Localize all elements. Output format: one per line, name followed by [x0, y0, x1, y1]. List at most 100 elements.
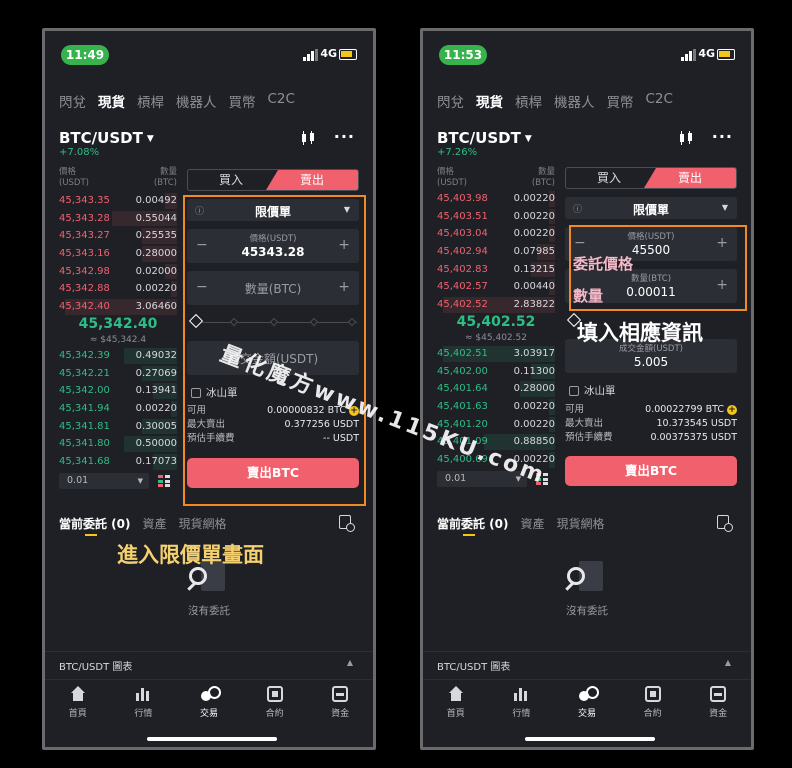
bid-row[interactable]: 45,402.00 0.11300 [437, 363, 555, 381]
ask-row[interactable]: 45,343.35 0.00492 [59, 192, 177, 210]
bid-row[interactable]: 45,342.21 0.27069 [59, 365, 177, 383]
ask-price: 45,402.83 [437, 263, 488, 275]
nav-home[interactable]: 首頁 [426, 680, 486, 729]
ask-row[interactable]: 45,403.98 0.00220 [437, 190, 555, 208]
nav-assets[interactable]: 資金 [310, 680, 370, 729]
orders-tabs: 當前委託 (0) 資產 現貨網格 [59, 515, 227, 532]
nav-home[interactable]: 首頁 [48, 680, 108, 729]
pair-selector[interactable]: BTC/USDT ▼ [437, 129, 532, 147]
order-history-icon[interactable] [339, 515, 355, 532]
mid-price: 45,402.52 [456, 314, 536, 330]
more-icon[interactable]: ··· [334, 129, 355, 145]
nav-markets[interactable]: 行情 [113, 680, 173, 729]
ask-row[interactable]: 45,403.51 0.00220 [437, 208, 555, 226]
bottom-nav: 首頁 行情 交易 合約 資金 [45, 679, 373, 729]
tab-spot-grid[interactable]: 現貨網格 [179, 515, 227, 532]
depth-select[interactable]: 0.01 ▼ [59, 473, 149, 489]
max-sell-label: 最大賣出 [565, 418, 604, 429]
plus-circle-icon[interactable]: + [727, 405, 737, 415]
tab-spot[interactable]: 現貨 [98, 91, 125, 111]
tab-assets[interactable]: 資產 [521, 515, 545, 532]
bid-quantity: 0.00220 [513, 401, 555, 413]
iceberg-checkbox[interactable]: 冰山單 [569, 383, 616, 398]
pair-selector[interactable]: BTC/USDT ▼ [59, 129, 154, 147]
sell-tab[interactable]: 賣出 [266, 170, 358, 190]
bid-row[interactable]: 45,341.94 0.00220 [59, 400, 177, 418]
tab-c2c[interactable]: C2C [268, 91, 295, 111]
ask-price: 45,342.40 [59, 301, 110, 313]
more-icon[interactable]: ··· [712, 129, 733, 145]
sell-tab[interactable]: 賣出 [644, 168, 736, 188]
bid-quantity: 0.11300 [513, 365, 555, 377]
mid-price-fiat: ≈ $45,342.4 [89, 335, 147, 345]
nav-markets[interactable]: 行情 [491, 680, 551, 729]
orders-tabs: 當前委託 (0) 資產 現貨網格 [437, 515, 605, 532]
ob-qty-unit: (BTC) [531, 178, 555, 188]
ask-row[interactable]: 45,342.88 0.00220 [59, 280, 177, 298]
ask-row[interactable]: 45,342.98 0.02000 [59, 263, 177, 281]
bid-row[interactable]: 45,341.68 0.17073 [59, 453, 177, 471]
ask-row[interactable]: 45,402.52 2.83822 [437, 296, 555, 314]
tab-margin[interactable]: 槓桿 [137, 91, 164, 111]
tab-assets[interactable]: 資產 [143, 515, 167, 532]
caret-up-icon: ▲ [724, 658, 731, 667]
buy-tab[interactable]: 買入 [188, 170, 274, 190]
nav-futures[interactable]: 合約 [623, 680, 683, 729]
ask-row[interactable]: 45,402.83 0.13215 [437, 261, 555, 279]
caret-down-icon: ▼ [146, 133, 154, 144]
network-type: 4G [320, 47, 337, 60]
nav-assets[interactable]: 資金 [688, 680, 748, 729]
tab-bots[interactable]: 機器人 [176, 91, 217, 111]
pair-name: BTC/USDT [437, 129, 521, 147]
top-tabs: 閃兌 現貨 槓桿 機器人 買幣 C2C [59, 91, 295, 111]
ask-list: 45,403.98 0.00220 45,403.51 0.00220 45,403.0… [437, 190, 555, 314]
bid-row[interactable]: 45,401.63 0.00220 [437, 398, 555, 416]
ask-row[interactable]: 45,343.28 0.55044 [59, 210, 177, 228]
order-history-icon[interactable] [717, 515, 733, 532]
max-sell-value: 10.373545 USDT [656, 418, 738, 429]
ask-row[interactable]: 45,402.57 0.00440 [437, 278, 555, 296]
tab-spot-grid[interactable]: 現貨網格 [557, 515, 605, 532]
tab-c2c[interactable]: C2C [646, 91, 673, 111]
futures-icon [266, 686, 283, 702]
ask-row[interactable]: 45,342.40 3.06460 [59, 298, 177, 316]
ask-row[interactable]: 45,343.16 0.28000 [59, 245, 177, 263]
ask-quantity: 0.00220 [135, 283, 177, 295]
tab-convert[interactable]: 閃兌 [59, 91, 86, 111]
bid-price: 45,341.80 [59, 438, 110, 450]
tab-buy-crypto[interactable]: 買幣 [229, 91, 256, 111]
bid-row[interactable]: 45,341.80 0.50000 [59, 435, 177, 453]
bid-quantity: 0.50000 [135, 438, 177, 450]
orderbook-layout-icon[interactable] [158, 475, 170, 487]
bid-row[interactable]: 45,401.64 0.28000 [437, 380, 555, 398]
nav-trade[interactable]: 交易 [557, 680, 617, 729]
bar-chart-icon [513, 686, 529, 702]
nav-trade[interactable]: 交易 [179, 680, 239, 729]
candlestick-chart-icon[interactable] [678, 131, 694, 145]
bid-row[interactable]: 45,402.51 3.03917 [437, 345, 555, 363]
bid-row[interactable]: 45,341.81 0.30005 [59, 418, 177, 436]
chart-toggle[interactable]: BTC/USDT 圖表 ▲ [423, 651, 751, 673]
tab-buy-crypto[interactable]: 買幣 [607, 91, 634, 111]
buy-tab[interactable]: 買入 [566, 168, 652, 188]
tab-spot[interactable]: 現貨 [476, 91, 503, 111]
candlestick-chart-icon[interactable] [300, 131, 316, 145]
tab-open-orders[interactable]: 當前委託 (0) [437, 515, 509, 532]
tab-open-orders[interactable]: 當前委託 (0) [59, 515, 131, 532]
nav-futures-label: 合約 [643, 709, 662, 719]
nav-assets-label: 資金 [331, 709, 350, 719]
wallet-icon [710, 686, 727, 702]
ask-row[interactable]: 45,403.04 0.00220 [437, 225, 555, 243]
ask-row[interactable]: 45,402.94 0.07985 [437, 243, 555, 261]
tab-margin[interactable]: 槓桿 [515, 91, 542, 111]
tab-bots[interactable]: 機器人 [554, 91, 595, 111]
sell-btc-button[interactable]: 賣出BTC [565, 456, 737, 486]
order-type-select[interactable]: ⓘ 限價單 ▼ [565, 197, 737, 219]
ask-row[interactable]: 45,343.27 0.25535 [59, 227, 177, 245]
nav-futures[interactable]: 合約 [245, 680, 305, 729]
bid-row[interactable]: 45,342.00 0.13941 [59, 382, 177, 400]
bid-row[interactable]: 45,342.39 0.49032 [59, 347, 177, 365]
chart-toggle[interactable]: BTC/USDT 圖表 ▲ [45, 651, 373, 673]
tab-convert[interactable]: 閃兌 [437, 91, 464, 111]
bar-chart-icon [135, 686, 151, 702]
